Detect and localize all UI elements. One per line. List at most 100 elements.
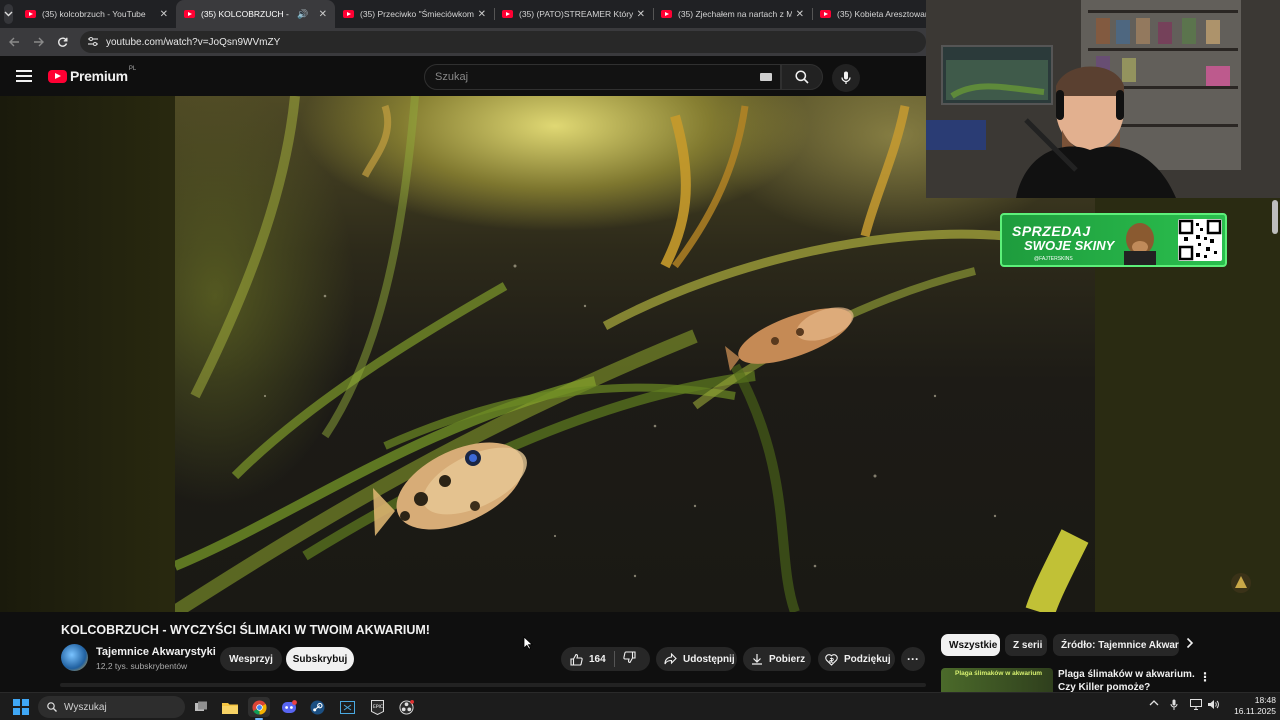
thanks-label: Podziękuj (844, 653, 891, 665)
share-label: Udostępnij (683, 653, 735, 665)
browser-tab[interactable]: (35) Zjechałem na nartach z Mo ✕ (653, 0, 812, 28)
youtube-header: Premium PL Szukaj (0, 58, 926, 96)
browser-tab[interactable]: (35) Przeciwko "Śmieciówkom" ✕ (335, 0, 494, 28)
discord-icon[interactable] (278, 697, 300, 717)
channel-watermark-icon[interactable] (1230, 572, 1252, 594)
browser-tab[interactable]: (35) Kobieta Aresztowan (812, 0, 926, 28)
youtube-favicon-icon (343, 10, 354, 18)
app-window-icon[interactable] (336, 697, 358, 717)
chip-all[interactable]: Wszystkie (941, 634, 1000, 656)
microphone-tray-icon[interactable] (1170, 699, 1178, 714)
close-tab-icon[interactable]: ✕ (637, 9, 645, 20)
chips-next-button[interactable] (1186, 636, 1194, 652)
forward-button[interactable] (26, 30, 50, 54)
recommendation-title[interactable]: Plaga ślimaków w akwarium. Czy Killer po… (1058, 668, 1198, 692)
promo-line-2: SWOJE SKINY (1024, 238, 1115, 253)
support-label: Wesprzyj (229, 653, 273, 665)
speaker-icon[interactable]: 🔊 (297, 9, 308, 20)
browser-tab[interactable]: (35) (PATO)STREAMER Który NI ✕ (494, 0, 653, 28)
screen: (35) kolcobrzuch - YouTube ✕ (35) KOLCOB… (0, 0, 1280, 720)
channel-avatar[interactable] (61, 644, 88, 671)
like-divider (613, 651, 615, 667)
search-placeholder: Szukaj (435, 71, 469, 83)
keyboard-icon[interactable] (760, 73, 772, 81)
chrome-icon[interactable] (248, 697, 270, 720)
clock-date: 16.11.2025 (1234, 706, 1276, 716)
site-settings-icon[interactable] (88, 36, 98, 48)
browser-tabstrip: (35) kolcobrzuch - YouTube ✕ (35) KOLCOB… (0, 0, 926, 28)
video-details: KOLCOBRZUCH - WYCZYŚCI ŚLIMAKI W TWOIM A… (0, 612, 1280, 692)
thumbs-up-icon (570, 653, 583, 666)
horizontal-scrollbar[interactable] (60, 683, 926, 687)
obs-icon[interactable] (395, 697, 417, 717)
close-tab-icon[interactable]: ✕ (478, 9, 486, 20)
voice-search-button[interactable] (832, 64, 860, 92)
url-text: youtube.com/watch?v=JoQsn9WVmZY (106, 36, 281, 48)
back-button[interactable] (2, 30, 26, 54)
country-code: PL (128, 66, 137, 72)
subscribe-button[interactable]: Subskrybuj (286, 647, 354, 671)
browser-tab[interactable]: (35) kolcobrzuch - YouTube ✕ (17, 0, 176, 28)
epic-games-icon[interactable]: EPIC (366, 697, 388, 717)
mouse-cursor-icon (523, 636, 533, 650)
support-button[interactable]: Wesprzyj (220, 647, 282, 671)
steam-icon[interactable] (306, 697, 328, 717)
browser-tab-active[interactable]: (35) KOLCOBRZUCH - WYCZ 🔊 ✕ (176, 0, 335, 28)
search-button[interactable] (781, 64, 823, 90)
qr-code-icon (1178, 219, 1222, 261)
network-icon[interactable] (1190, 699, 1202, 713)
youtube-premium-logo[interactable]: Premium PL (48, 66, 137, 84)
reload-button[interactable] (50, 30, 74, 54)
like-button[interactable] (570, 653, 583, 666)
tab-search-button[interactable] (4, 4, 13, 24)
share-button[interactable]: Udostępnij (656, 647, 737, 671)
file-explorer-icon[interactable] (219, 697, 241, 717)
tab-title: (35) Kobieta Aresztowan (837, 9, 926, 19)
youtube-favicon-icon (502, 10, 513, 18)
tray-overflow-icon[interactable] (1149, 699, 1159, 710)
search-icon (795, 70, 809, 84)
promo-line-1: SPRZEDAJ (1012, 223, 1091, 239)
address-bar[interactable]: youtube.com/watch?v=JoQsn9WVmZY (80, 31, 926, 53)
chevron-down-icon (4, 11, 13, 17)
thumbnail-text: Plaga ślimaków w akwarium (955, 670, 1043, 677)
search-icon (47, 702, 57, 712)
channel-name[interactable]: Tajemnice Akwarystyki (96, 646, 216, 658)
youtube-favicon-icon (25, 10, 36, 18)
page-scrollbar-thumb[interactable] (1272, 200, 1278, 234)
arrow-left-icon (8, 37, 19, 47)
more-actions-button[interactable]: ··· (901, 647, 925, 671)
windows-start-icon[interactable] (13, 699, 29, 715)
dislike-button[interactable] (622, 651, 636, 667)
chip-from-series[interactable]: Z serii (1005, 634, 1047, 656)
taskbar-search[interactable]: Wyszukaj (38, 696, 185, 718)
more-horizontal-icon: ··· (907, 652, 919, 666)
download-button[interactable]: Pobierz (743, 647, 811, 671)
youtube-favicon-icon (184, 10, 195, 18)
recommendation-thumbnail[interactable]: Plaga ślimaków w akwarium (941, 668, 1053, 692)
volume-icon[interactable] (1207, 699, 1219, 713)
menu-icon[interactable] (16, 70, 32, 82)
youtube-favicon-icon (820, 10, 831, 18)
youtube-play-icon (48, 69, 67, 83)
browser-toolbar: youtube.com/watch?v=JoQsn9WVmZY (0, 28, 926, 56)
close-tab-icon[interactable]: ✕ (796, 9, 804, 20)
task-view-icon[interactable] (190, 697, 212, 717)
like-count: 164 (589, 653, 606, 665)
microphone-icon (841, 71, 851, 84)
close-tab-icon[interactable]: ✕ (319, 9, 327, 20)
reload-icon (57, 37, 67, 47)
promo-handle: @FAJTERSKINS (1034, 256, 1073, 262)
clock-time: 18:48 (1254, 695, 1276, 705)
system-clock[interactable]: 18:48 16.11.2025 (1226, 695, 1276, 717)
share-icon (664, 653, 677, 665)
chip-from-channel[interactable]: Źródło: Tajemnice Akwarys (1053, 634, 1179, 656)
more-vertical-icon[interactable]: ⋮ (1199, 670, 1211, 684)
close-tab-icon[interactable]: ✕ (160, 9, 168, 20)
promo-banner: SPRZEDAJ SWOJE SKINY @FAJTERSKINS (1000, 213, 1227, 267)
search-input[interactable]: Szukaj (424, 64, 781, 90)
thanks-button[interactable]: Podziękuj (818, 647, 895, 671)
webcam-image (926, 0, 1280, 198)
super-thanks-icon (825, 653, 838, 666)
arrow-right-icon (33, 37, 44, 47)
